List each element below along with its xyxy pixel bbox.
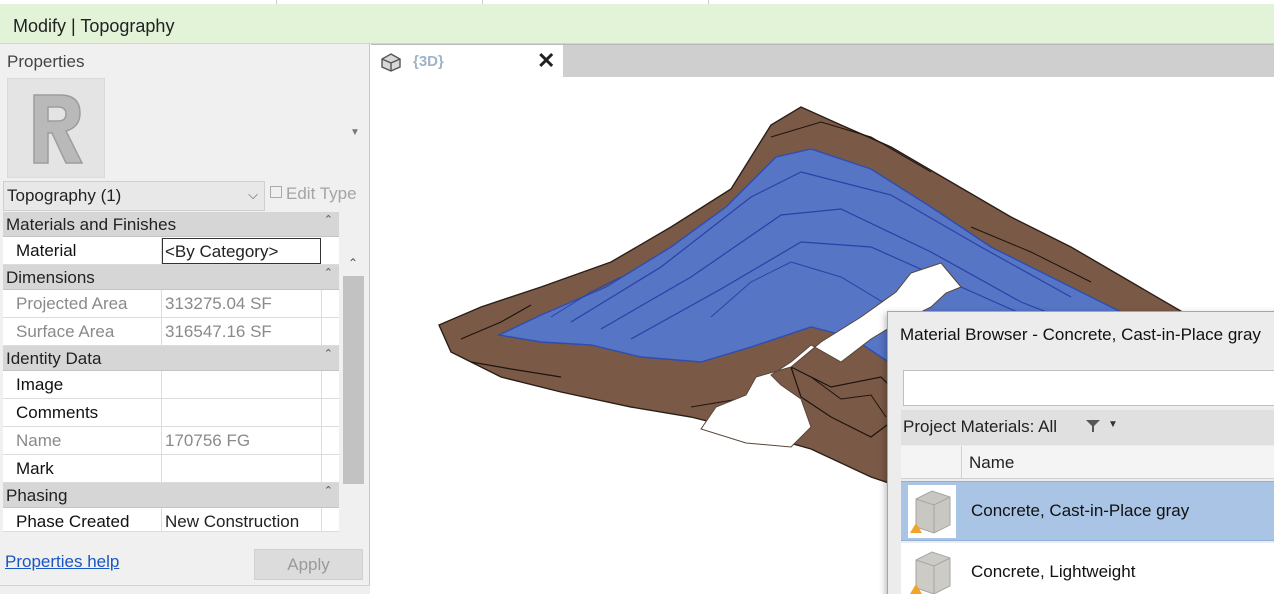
material-list-header <box>901 446 1274 479</box>
phase-created-value-field[interactable]: New Construction <box>163 508 322 531</box>
property-row-material: Material <By Category> <box>3 237 339 265</box>
contextual-ribbon-bar: Modify | Topography <box>0 0 1274 44</box>
tab-label: {3D} <box>413 53 444 70</box>
revit-logo-icon <box>33 94 84 164</box>
collapse-icon[interactable]: ⌃ <box>324 266 333 279</box>
property-row-surface-area: Surface Area 316547.16 SF <box>3 318 339 346</box>
properties-title: Properties <box>7 52 85 71</box>
ribbon-divider <box>482 0 483 4</box>
concrete-material-thumbnail-icon <box>908 546 956 594</box>
property-label: Image <box>3 371 162 399</box>
property-row-phase-created: Phase Created New Construction <box>3 508 339 532</box>
properties-help-link[interactable]: Properties help <box>5 552 119 572</box>
chevron-down-icon: ⌵ <box>248 187 258 202</box>
project-materials-filter-label[interactable]: Project Materials: All <box>903 417 1057 437</box>
apply-button[interactable]: Apply <box>254 549 363 580</box>
group-label: Phasing <box>6 486 68 505</box>
property-label: Surface Area <box>3 318 162 346</box>
group-header-materials[interactable]: Materials and Finishes ⌃ <box>3 212 339 237</box>
group-header-identity-data[interactable]: Identity Data ⌃ <box>3 346 339 371</box>
filter-dropdown-caret-icon[interactable]: ▼ <box>1108 419 1118 430</box>
material-browser-title: Material Browser - Concrete, Cast-in-Pla… <box>900 325 1261 344</box>
property-row-mark: Mark <box>3 455 339 483</box>
material-browser-dialog: Material Browser - Concrete, Cast-in-Pla… <box>887 311 1274 594</box>
type-preview-image[interactable] <box>7 78 105 178</box>
property-value: 313275.04 SF <box>163 290 322 318</box>
properties-palette: Properties ▼ Topography (1) ⌵ Edit Type … <box>0 44 370 594</box>
property-row-comments: Comments <box>3 399 339 427</box>
filter-funnel-icon[interactable] <box>1085 418 1101 434</box>
edit-type-icon <box>270 186 282 198</box>
edit-type-label: Edit Type <box>286 184 357 203</box>
property-value: 170756 FG <box>163 427 322 455</box>
property-value: 316547.16 SF <box>163 318 322 346</box>
ribbon-context-title[interactable]: Modify | Topography <box>13 16 174 37</box>
group-header-phasing[interactable]: Phasing ⌃ <box>3 483 339 508</box>
ribbon-divider <box>708 0 709 4</box>
type-selector-dropdown[interactable]: Topography (1) ⌵ <box>3 181 265 211</box>
property-row-projected-area: Projected Area 313275.04 SF <box>3 290 339 318</box>
collapse-icon[interactable]: ⌃ <box>324 347 333 360</box>
image-value-field[interactable] <box>163 371 322 399</box>
concrete-material-thumbnail-icon <box>908 485 956 538</box>
close-icon[interactable]: ✕ <box>537 48 555 74</box>
collapse-icon[interactable]: ⌃ <box>324 213 333 226</box>
edit-type-button[interactable]: Edit Type <box>270 184 357 204</box>
property-row-image: Image <box>3 371 339 399</box>
collapse-icon[interactable]: ⌃ <box>324 484 333 497</box>
column-header-name[interactable]: Name <box>969 453 1014 473</box>
scroll-up-icon[interactable]: ⌃ <box>348 256 358 270</box>
material-name: Concrete, Cast-in-Place gray <box>971 501 1190 520</box>
tab-3d-view[interactable]: {3D} ✕ <box>371 45 563 78</box>
properties-scrollbar[interactable]: ⌃ ⌄ <box>341 254 366 590</box>
property-label: Comments <box>3 399 162 427</box>
group-label: Identity Data <box>6 349 102 368</box>
material-search-input[interactable] <box>903 370 1274 406</box>
material-name: Concrete, Lightweight <box>971 562 1136 581</box>
view-tab-strip: {3D} ✕ <box>371 44 1274 78</box>
material-value-field[interactable]: <By Category> <box>162 238 321 264</box>
group-label: Materials and Finishes <box>6 215 177 234</box>
column-separator[interactable] <box>961 446 962 479</box>
scrollbar-thumb[interactable] <box>343 276 364 484</box>
material-list-item-selected[interactable]: Concrete, Cast-in-Place gray <box>901 481 1274 541</box>
comments-value-field[interactable] <box>163 399 322 427</box>
property-label: Material <box>3 237 162 265</box>
group-header-dimensions[interactable]: Dimensions ⌃ <box>3 265 339 290</box>
property-label: Projected Area <box>3 290 162 318</box>
property-label: Mark <box>3 455 162 483</box>
property-label: Name <box>3 427 162 455</box>
group-label: Dimensions <box>6 268 95 287</box>
ribbon-divider <box>276 0 277 4</box>
material-list-item[interactable]: Concrete, Lightweight <box>901 543 1274 594</box>
properties-grid: Materials and Finishes ⌃ Material <By Ca… <box>3 212 339 532</box>
mark-value-field[interactable] <box>163 455 322 483</box>
property-label: Phase Created <box>3 508 162 531</box>
property-row-name: Name 170756 FG <box>3 427 339 455</box>
type-dropdown-arrow-icon[interactable]: ▼ <box>350 127 360 138</box>
house-3d-icon <box>381 53 401 72</box>
palette-bottom-edge <box>0 585 370 594</box>
type-selector-value: Topography (1) <box>7 186 122 205</box>
